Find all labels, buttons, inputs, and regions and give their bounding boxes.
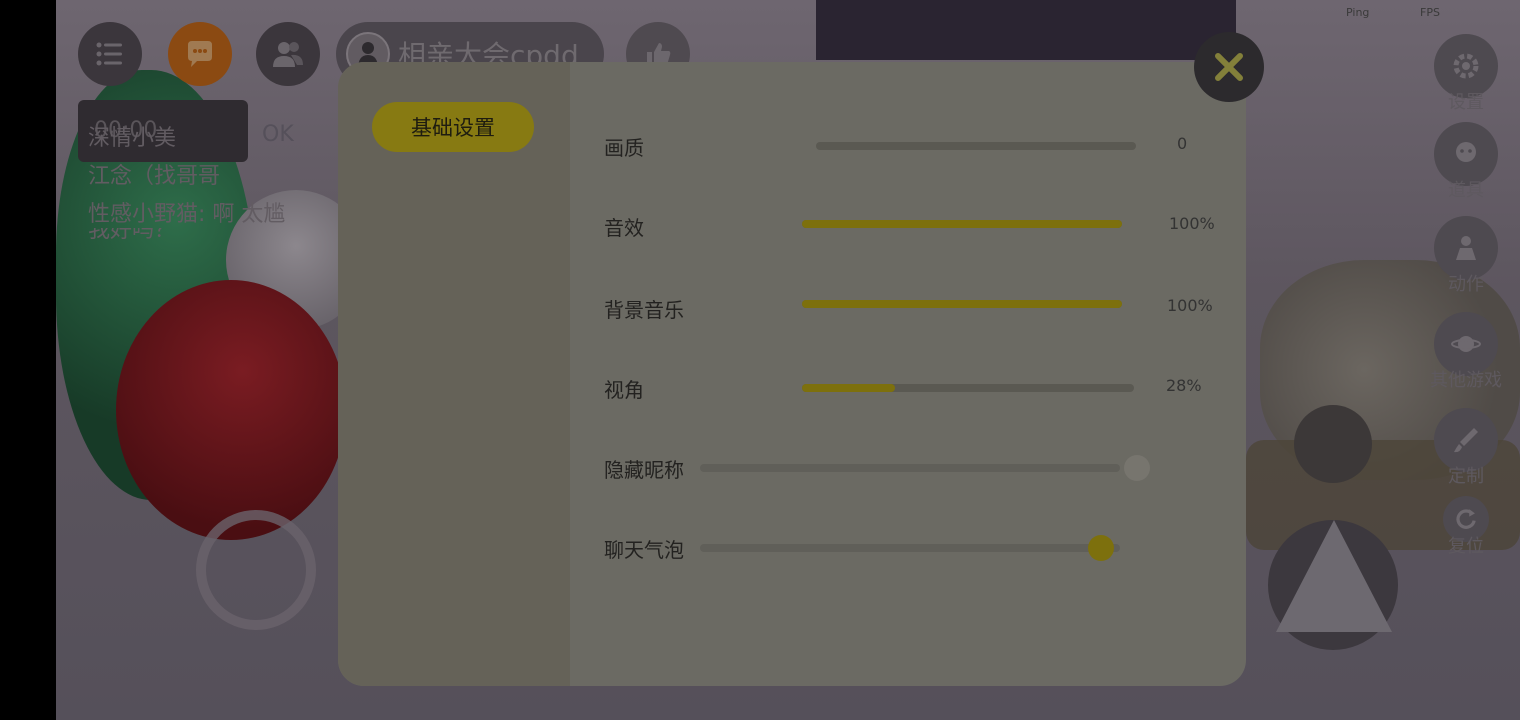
chat-message-partial: 我好吗？	[88, 228, 338, 240]
users-icon	[273, 42, 303, 67]
hide-nickname-track	[700, 464, 1120, 472]
fps-indicator: FPS	[1420, 6, 1440, 19]
tab-basic-settings[interactable]: 基础设置	[372, 102, 534, 152]
red-balloon	[116, 280, 346, 540]
side-actions-label: 动作	[1448, 274, 1484, 295]
view-angle-label: 视角	[604, 378, 644, 402]
chat-message: 深情小美	[88, 126, 177, 151]
hide-nickname-label: 隐藏昵称	[604, 458, 684, 482]
bgm-slider[interactable]	[802, 300, 1122, 308]
side-games-button[interactable]: 其他游戏	[1430, 312, 1502, 392]
ping-indicator: Ping	[1346, 6, 1370, 19]
side-props-button[interactable]: 道具	[1434, 122, 1498, 202]
background-ball	[1294, 405, 1372, 483]
side-custom-button[interactable]: 定制	[1434, 408, 1498, 488]
gear-icon	[1453, 53, 1479, 79]
planet-icon	[1451, 336, 1481, 352]
hide-nickname-setting: 隐藏昵称	[604, 448, 1224, 488]
side-actions-button[interactable]: 动作	[1434, 216, 1498, 296]
view-angle-setting: 视角 28%	[604, 368, 1224, 408]
gesture-icon	[1456, 236, 1476, 260]
chat-bubble-label: 聊天气泡	[604, 538, 684, 562]
side-games-label: 其他游戏	[1430, 370, 1502, 391]
side-settings-label: 设置	[1448, 92, 1484, 113]
floor-ring	[196, 510, 316, 630]
sfx-slider-fill	[802, 220, 1122, 228]
settings-panel: 基础设置 画质 0 音效 100% 背景音乐 100% 视角 28% 隐藏昵称	[338, 62, 1246, 686]
quality-setting: 画质 0	[604, 126, 1224, 166]
chat-bubble-toggle[interactable]	[1088, 535, 1114, 561]
hide-nickname-toggle[interactable]	[1124, 455, 1150, 481]
close-icon	[1215, 53, 1243, 81]
view-angle-slider[interactable]	[802, 384, 1134, 392]
bgm-value: 100%	[1167, 296, 1213, 315]
view-angle-slider-fill	[802, 384, 895, 392]
side-reset-label: 复位	[1448, 536, 1484, 557]
chat-bubble-icon	[188, 41, 212, 67]
bgm-setting: 背景音乐 100%	[604, 288, 1224, 328]
side-props-label: 道具	[1448, 180, 1484, 201]
chat-bubble-track	[700, 544, 1120, 552]
sfx-label: 音效	[604, 216, 644, 240]
chat-message: 江念（找哥哥	[88, 164, 221, 189]
view-angle-value: 28%	[1166, 376, 1202, 395]
settings-sidebar: 基础设置	[338, 62, 570, 686]
sfx-slider[interactable]	[802, 220, 1122, 228]
quality-label: 画质	[604, 136, 644, 160]
background-screen	[816, 0, 1236, 60]
side-custom-label: 定制	[1448, 466, 1484, 487]
brush-icon	[1454, 428, 1478, 453]
quality-slider[interactable]	[816, 142, 1136, 150]
chat-message: 我好吗？	[88, 228, 338, 240]
close-button[interactable]	[1194, 32, 1264, 102]
chat-bubble-setting: 聊天气泡	[604, 528, 1224, 568]
list-menu-icon	[96, 42, 122, 66]
joystick-arrow-icon	[1276, 520, 1392, 632]
side-reset-button[interactable]: 复位	[1434, 496, 1498, 558]
bgm-slider-fill	[802, 300, 1122, 308]
sfx-setting: 音效 100%	[604, 206, 1224, 246]
menu-button[interactable]	[78, 22, 142, 86]
friends-button[interactable]	[256, 22, 320, 86]
side-settings-button[interactable]: 设置	[1434, 34, 1498, 114]
sfx-value: 100%	[1169, 214, 1215, 233]
chat-button[interactable]	[168, 22, 232, 86]
chat-log: 深情小美 江念（找哥哥 性感小野猫: 啊 太尴	[88, 120, 348, 234]
quality-value: 0	[1177, 134, 1188, 153]
character-icon	[1456, 142, 1476, 162]
bgm-label: 背景音乐	[604, 298, 684, 322]
refresh-icon	[1456, 509, 1476, 529]
